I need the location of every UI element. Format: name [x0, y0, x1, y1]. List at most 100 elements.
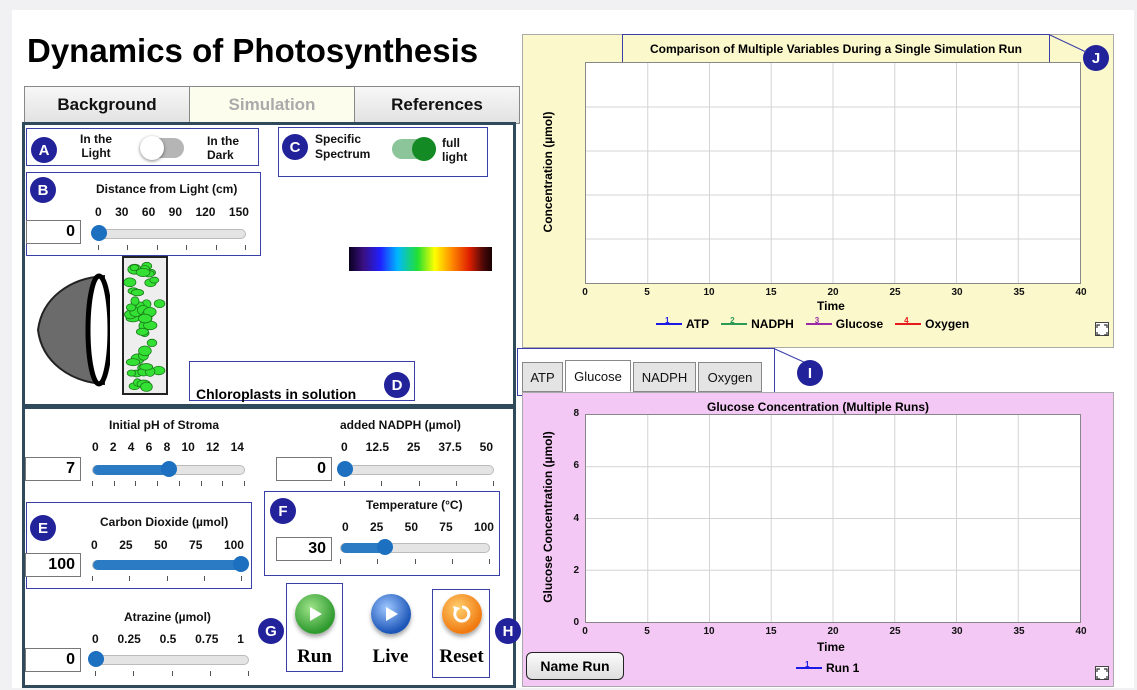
badge-a: A: [31, 137, 57, 163]
temperature-tick-labels: 0 25 50 75 100: [342, 520, 494, 534]
name-run-button[interactable]: Name Run: [526, 652, 624, 680]
legend-atp[interactable]: 1 ATP: [656, 316, 709, 331]
y-tick-label: 8: [573, 408, 579, 419]
reset-button[interactable]: Reset: [435, 594, 488, 668]
comparison-plot-area: [585, 62, 1081, 284]
badge-i: I: [797, 360, 823, 386]
atrazine-slider[interactable]: [88, 651, 249, 676]
comparison-chart-title: Comparison of Multiple Variables During …: [649, 42, 1023, 56]
light-dark-switch[interactable]: [140, 136, 184, 160]
chloroplast: [149, 276, 160, 284]
light-toggle-right-label: In the Dark: [207, 134, 239, 162]
nadph-value[interactable]: 0: [276, 457, 332, 481]
ph-value[interactable]: 7: [25, 457, 81, 481]
chloroplast: [130, 296, 140, 306]
play-icon: [370, 594, 411, 634]
tab-references[interactable]: References: [354, 86, 520, 124]
tab-atp[interactable]: ATP: [522, 362, 563, 392]
x-tick-label: 5: [644, 626, 650, 637]
chloroplast: [140, 381, 153, 392]
slider-track: [337, 461, 494, 477]
run-button[interactable]: Run: [288, 594, 341, 668]
tab-background[interactable]: Background: [24, 86, 190, 124]
x-tick-label: 30: [951, 287, 963, 298]
co2-tick-labels: 0 25 50 75 100: [91, 538, 244, 552]
chloroplast: [138, 345, 152, 357]
chloroplast-tube: [122, 256, 168, 395]
legend-oxygen[interactable]: 4 Oxygen: [895, 316, 969, 331]
atrazine-label: Atrazine (µmol): [124, 610, 211, 624]
spectrum-toggle-right-label: full light: [442, 136, 468, 164]
y-tick-label: 2: [573, 564, 579, 576]
legend-glucose[interactable]: 3 Glucose: [805, 316, 883, 331]
x-tick-label: 20: [827, 287, 839, 298]
legend-nadph[interactable]: 2 NADPH: [721, 316, 794, 331]
slider-thumb[interactable]: [377, 539, 394, 555]
tab-simulation[interactable]: Simulation: [189, 86, 355, 124]
slider-thumb[interactable]: [337, 461, 353, 477]
glucose-plot-area: [585, 414, 1081, 623]
y-tick-label: 6: [573, 460, 579, 472]
distance-slider[interactable]: [91, 225, 246, 250]
reset-icon: [441, 594, 482, 634]
slider-thumb[interactable]: [91, 225, 107, 241]
badge-c: C: [282, 134, 308, 160]
tab-glucose[interactable]: Glucose: [565, 360, 631, 392]
atrazine-tick-labels: 0 0.25 0.5 0.75 1: [92, 632, 244, 646]
chloroplast: [135, 267, 151, 277]
badge-b: B: [30, 177, 56, 203]
x-tick-label: 25: [889, 287, 901, 298]
badge-h: H: [495, 618, 521, 644]
co2-slider[interactable]: [92, 556, 249, 581]
atrazine-value[interactable]: 0: [25, 648, 81, 672]
badge-d: D: [384, 372, 410, 398]
x-tick-label: 40: [1075, 626, 1087, 637]
slider-thumb[interactable]: [88, 651, 104, 667]
chloroplast: [126, 369, 137, 377]
slider-track: [92, 556, 249, 572]
slider-thumb[interactable]: [233, 556, 249, 572]
nadph-slider[interactable]: [337, 461, 494, 486]
x-tick-label: 30: [951, 626, 963, 637]
spectrum-toggle-left-label: Specific Spectrum: [315, 132, 371, 161]
tab-nadph[interactable]: NADPH: [633, 362, 696, 392]
x-tick-label: 10: [703, 626, 715, 637]
glucose-chart-title: Glucose Concentration (Multiple Runs): [706, 400, 929, 414]
x-tick-label: 25: [889, 626, 901, 637]
glucose-x-ticks: 0 5 10 15 20 25 30 35 40: [582, 626, 1086, 640]
x-tick-label: 35: [1013, 626, 1025, 637]
comparison-x-label: Time: [817, 299, 845, 313]
x-tick-label: 0: [582, 287, 588, 298]
nadph-label: added NADPH (µmol): [340, 418, 461, 432]
temperature-slider[interactable]: [340, 539, 490, 564]
badge-e: E: [30, 515, 56, 541]
slider-track: [91, 225, 246, 241]
x-tick-label: 35: [1013, 287, 1025, 298]
live-button[interactable]: Live: [364, 594, 417, 668]
page-title: Dynamics of Photosynthesis: [27, 32, 479, 69]
temperature-value[interactable]: 30: [276, 537, 332, 561]
y-tick-label: 4: [573, 512, 579, 524]
lamp-icon: [36, 273, 110, 387]
co2-value[interactable]: 100: [25, 553, 81, 577]
slider-track: [88, 651, 249, 667]
ph-slider[interactable]: [92, 461, 245, 486]
x-tick-label: 20: [827, 626, 839, 637]
spectrum-switch[interactable]: [392, 137, 436, 161]
distance-value[interactable]: 0: [26, 220, 81, 244]
comparison-legend: 1 ATP 2 NADPH 3 Glucose 4 Oxygen: [656, 316, 969, 331]
x-tick-label: 40: [1075, 287, 1087, 298]
tab-oxygen[interactable]: Oxygen: [698, 362, 762, 392]
glucose-y-label: Glucose Concentration (µmol): [541, 431, 555, 603]
comparison-y-label: Concentration (µmol): [541, 111, 555, 233]
fullscreen-icon[interactable]: [1095, 322, 1109, 336]
chloroplast: [139, 363, 154, 371]
glucose-y-ticks: 0 2 4 6 8: [565, 408, 583, 628]
chloroplast: [153, 299, 166, 309]
x-tick-label: 5: [644, 287, 650, 298]
distance-label: Distance from Light (cm): [96, 182, 238, 196]
slider-thumb[interactable]: [160, 461, 177, 477]
legend-run-1[interactable]: 1 Run 1: [796, 660, 859, 675]
fullscreen-icon[interactable]: [1095, 666, 1109, 680]
y-tick-label: 0: [573, 617, 579, 628]
